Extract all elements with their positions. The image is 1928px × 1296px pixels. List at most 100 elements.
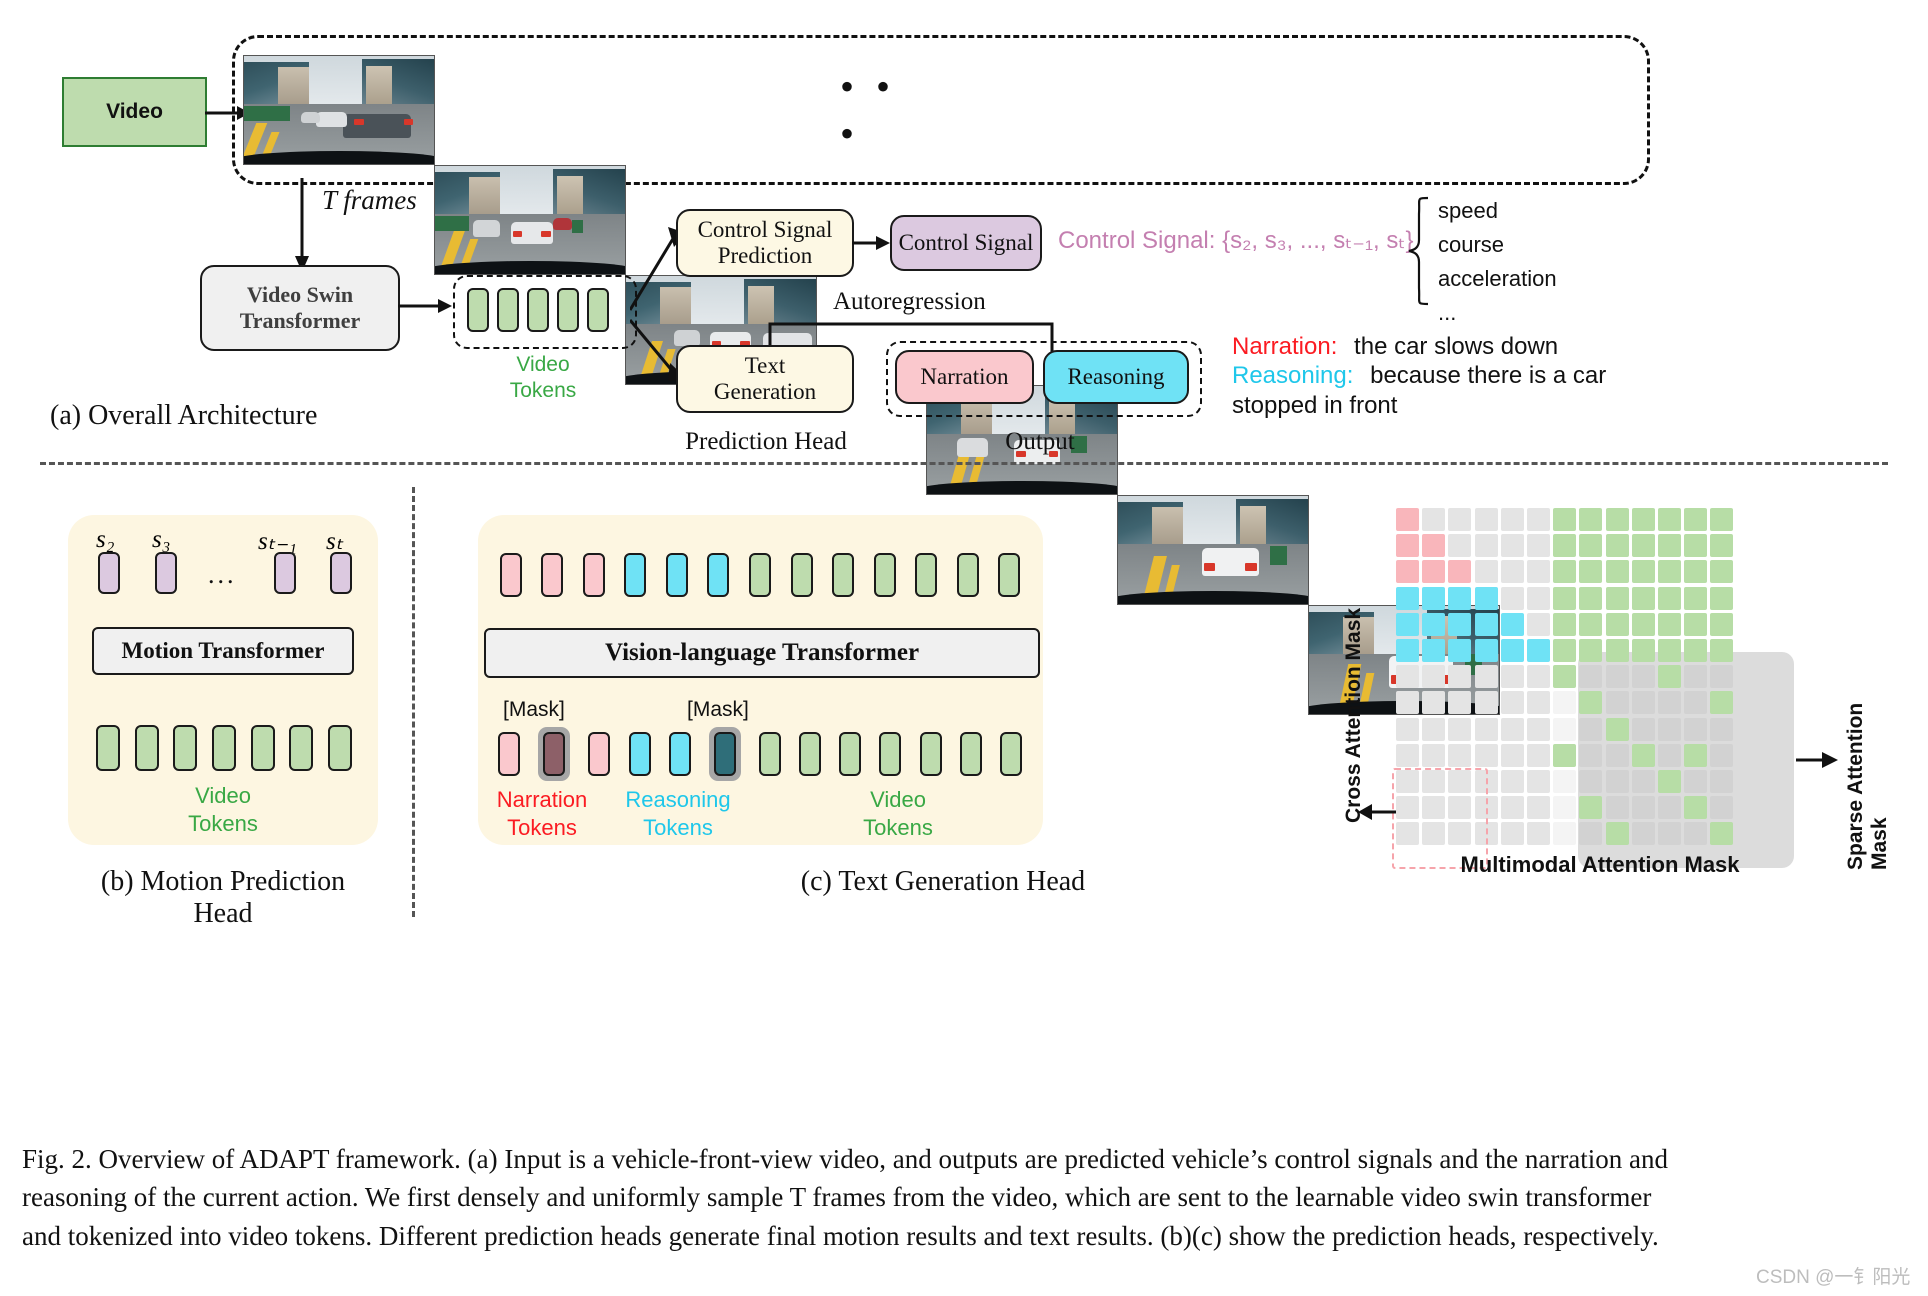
reasoning-token <box>624 553 647 597</box>
mask-cell <box>1396 743 1419 767</box>
mask-cell <box>1605 665 1629 689</box>
mask-cell <box>1631 586 1655 610</box>
mask-cell <box>1527 586 1550 610</box>
video-input-box: Video <box>62 77 207 147</box>
caption-line-2: reasoning of the current action. We firs… <box>22 1182 1652 1213</box>
video-token <box>999 732 1022 776</box>
mask-cell <box>1553 691 1577 715</box>
mask-cell <box>1579 586 1603 610</box>
narration-token <box>582 553 605 597</box>
mask-cell <box>1710 770 1734 793</box>
mask-cell <box>1605 639 1629 662</box>
narration-output-label: Narration <box>920 364 1009 389</box>
signal-token <box>330 552 352 594</box>
mask-cell <box>1527 822 1550 846</box>
mask-cell <box>1710 534 1734 558</box>
mask-cell <box>1422 665 1446 689</box>
narration-key: Narration: <box>1232 333 1338 360</box>
video-token <box>873 553 896 597</box>
multimodal-attention-mask-label: Multimodal Attention Mask <box>1460 852 1740 877</box>
arrow-frames-to-backbone <box>295 178 309 272</box>
mask-cell <box>1710 665 1734 689</box>
video-token <box>250 725 275 771</box>
sparse-attention-mask-label: Sparse Attention Mask <box>1844 702 1891 870</box>
video-tokens-caption-a-line2: Tokens <box>509 378 577 402</box>
video-token <box>879 732 902 776</box>
signal-component-course: course <box>1438 232 1505 258</box>
mask-cell <box>1631 691 1655 715</box>
mask-cell <box>1448 691 1472 715</box>
mask-cell <box>1605 612 1629 636</box>
mask-cell <box>1448 612 1472 636</box>
mask-cell <box>1500 665 1524 689</box>
reasoning-tokens-line1: Reasoning <box>625 787 731 812</box>
mask-cell <box>1631 639 1655 662</box>
mask-cell <box>1422 717 1446 741</box>
mask-cell <box>1605 586 1629 610</box>
panel-b-signal-labels: s₂ s₃ sₜ₋₁ sₜ <box>88 520 358 560</box>
mask-cell <box>1500 691 1524 715</box>
mask-cell <box>1579 534 1603 558</box>
mask-cell <box>1553 743 1577 767</box>
mask-cell <box>1500 796 1524 820</box>
mask-cell <box>1527 639 1550 662</box>
mask-cell <box>1474 743 1498 767</box>
video-token <box>289 725 314 771</box>
mask-cell <box>1684 796 1708 820</box>
panel-b-video-tokens-line2: Tokens <box>188 810 258 836</box>
mask-cell <box>1579 560 1603 584</box>
frames-ellipsis: • • • <box>840 64 897 156</box>
mask-cell <box>1448 717 1472 741</box>
narration-tokens-caption: Narration Tokens <box>482 786 602 841</box>
video-swin-transformer-box: Video Swin Transformer <box>200 265 400 351</box>
mask-cell <box>1396 612 1419 636</box>
mask-cell <box>1605 796 1629 820</box>
mask-cell <box>1448 586 1472 610</box>
panel-c-top-token-row <box>480 552 1040 598</box>
reasoning-output-box: Reasoning <box>1043 350 1189 404</box>
narration-token <box>541 553 564 597</box>
reasoning-token <box>628 732 651 776</box>
mask-cell <box>1631 822 1655 846</box>
arrow-backbone-to-tokens <box>398 299 452 313</box>
mask-cell <box>1579 665 1603 689</box>
signal-token <box>274 552 296 594</box>
mask-cell <box>1684 586 1708 610</box>
mask-cell <box>1710 717 1734 741</box>
mask-cell <box>1396 691 1419 715</box>
mask-cell <box>1684 560 1708 584</box>
mask-cell <box>1396 717 1419 741</box>
mask-cell <box>1396 639 1419 662</box>
mask-cell <box>1448 534 1472 558</box>
mask-cell <box>1710 560 1734 584</box>
mask-cell <box>1422 534 1446 558</box>
mask-cell <box>1474 717 1498 741</box>
mask-cell <box>1500 743 1524 767</box>
mask-cell <box>1396 534 1419 558</box>
mask-cell <box>1500 770 1524 793</box>
output-label: Output <box>1005 428 1075 455</box>
video-token <box>832 553 855 597</box>
reasoning-key: Reasoning: <box>1232 362 1354 389</box>
mask-cell <box>1605 560 1629 584</box>
signal-component-speed: speed <box>1438 198 1498 223</box>
mask-cell <box>1527 665 1550 689</box>
mask-cell <box>1500 639 1524 662</box>
mask-cell <box>1684 508 1708 531</box>
mask-cell <box>1500 586 1524 610</box>
mask-cell <box>1631 717 1655 741</box>
mask-cell <box>1500 612 1524 636</box>
narration-text-row: Narration: the car slows down <box>1232 333 1558 361</box>
mask-cell <box>1684 639 1708 662</box>
mask-cell <box>1658 534 1681 558</box>
mask-label-reasoning: [Mask] <box>687 698 749 721</box>
video-token <box>527 288 549 332</box>
cross-attention-mask-label: Cross Attention Mask <box>1342 607 1365 823</box>
video-token <box>748 553 771 597</box>
text-gen-line1: Text <box>744 353 786 378</box>
mask-cell <box>1474 665 1498 689</box>
narration-token <box>588 732 611 776</box>
mask-cell <box>1684 770 1708 793</box>
mask-cell <box>1553 665 1577 689</box>
csdn-watermark: CSDN @一钅阳光 <box>1756 1267 1911 1288</box>
